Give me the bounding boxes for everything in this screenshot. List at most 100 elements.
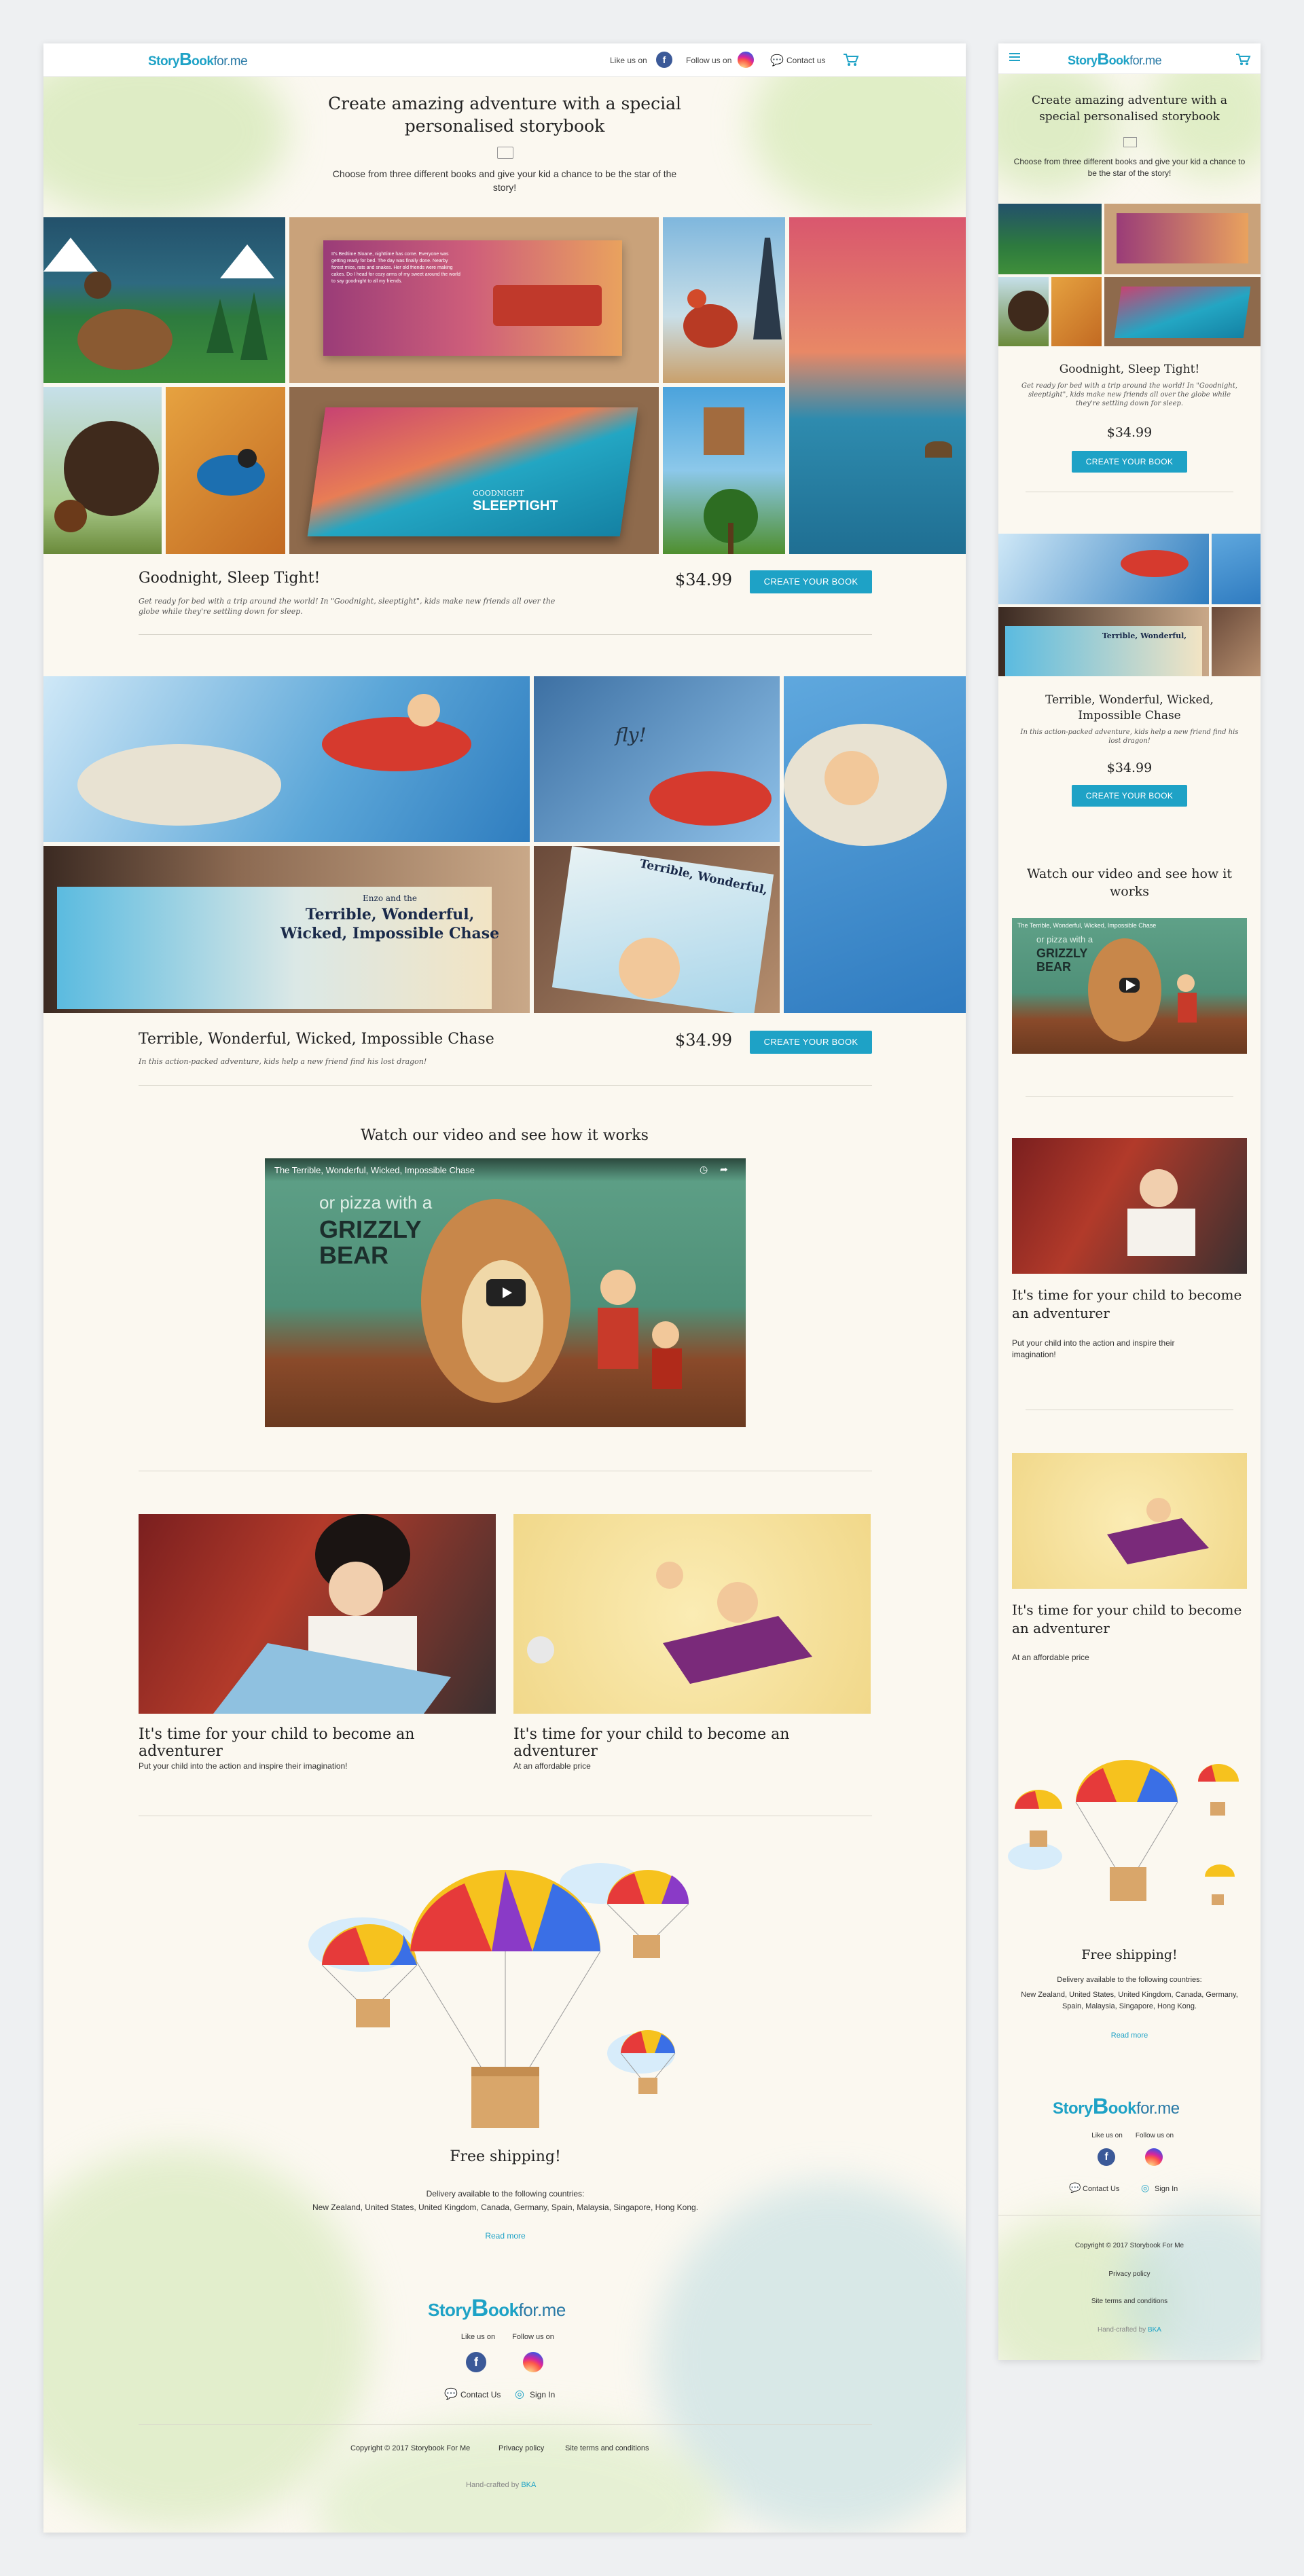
contact-us-link[interactable]: Contact us: [786, 56, 825, 65]
read-more-link[interactable]: Read more: [437, 2231, 573, 2241]
gallery-image-bison: [998, 277, 1049, 346]
gallery-image-bird: [166, 387, 285, 554]
gallery-image-book-closeup: [784, 676, 966, 1013]
play-button[interactable]: [486, 1279, 526, 1306]
book-description: Get ready for bed with a trip around the…: [1021, 382, 1237, 407]
gallery-image-book-in-hands: Terrible, Wonderful,: [534, 846, 780, 1013]
create-book-button[interactable]: CREATE YOUR BOOK: [750, 570, 872, 593]
gallery-image-book-in-hands: [1212, 607, 1261, 676]
shipping-countries: New Zealand, United States, United Kingd…: [1021, 1991, 1238, 2010]
book-cover-line: Terrible, Wonderful,: [305, 906, 475, 923]
instagram-icon[interactable]: [523, 2352, 543, 2372]
book-icon: [1123, 137, 1137, 147]
hamburger-icon[interactable]: [1009, 53, 1020, 54]
play-button[interactable]: [1119, 978, 1140, 993]
book-description: In this action-packed adventure, kids he…: [1020, 729, 1239, 745]
video-player[interactable]: The Terrible, Wonderful, Wicked, Impossi…: [1012, 918, 1247, 1054]
privacy-link[interactable]: Privacy policy: [499, 2444, 544, 2452]
user-icon: ◎: [1141, 2182, 1150, 2193]
create-book-button[interactable]: CREATE YOUR BOOK: [1072, 785, 1187, 807]
cart-icon[interactable]: [1235, 52, 1251, 67]
feature-text: At an affordable price: [513, 1761, 591, 1771]
sign-in-link[interactable]: Sign In: [530, 2390, 555, 2399]
feature-text: Put your child into the action and inspi…: [139, 1761, 348, 1771]
divider: [139, 2424, 872, 2425]
gallery-image-bear-ride: [43, 217, 285, 383]
contact-us-link[interactable]: Contact Us: [1083, 2185, 1119, 2193]
cart-icon[interactable]: [842, 52, 860, 68]
crafted-text: Hand-crafted by BKA: [466, 2481, 537, 2489]
facebook-icon[interactable]: f: [656, 52, 672, 68]
create-book-button[interactable]: CREATE YOUR BOOK: [750, 1031, 872, 1054]
footer-logo[interactable]: StoryBookfor.me: [1053, 2094, 1180, 2119]
gallery-image-book-cover: [1104, 277, 1261, 346]
shipping-title: Free shipping!: [450, 2148, 561, 2165]
gallery-image-flying-hero: [43, 676, 530, 842]
feature-image-girl-reading: [139, 1514, 496, 1714]
feature-title: It's time for your child to become an ad…: [1012, 1602, 1242, 1636]
create-book-button[interactable]: CREATE YOUR BOOK: [1072, 451, 1187, 473]
book-description: Get ready for bed with a trip around the…: [139, 597, 556, 616]
shipping-countries: New Zealand, United States, United Kingd…: [312, 2203, 699, 2212]
shipping-title: Free shipping!: [1081, 1947, 1178, 1962]
chat-icon: 💬: [770, 55, 784, 67]
gallery-image-flying-hero: [998, 534, 1209, 604]
watercolor-wash: [1121, 2203, 1261, 2360]
chat-icon: 💬: [1069, 2182, 1081, 2193]
feature-text: At an affordable price: [1012, 1653, 1089, 1662]
gallery-image-paris-rooster: [663, 217, 785, 383]
feature-title: It's time for your child to become an ad…: [1012, 1287, 1242, 1321]
follow-us-label: Follow us on: [1135, 2132, 1174, 2139]
book-cover-line: Enzo and the: [363, 894, 417, 903]
watercolor-wash: [315, 2420, 723, 2533]
follow-us-label: Follow us on: [686, 56, 732, 65]
terms-link[interactable]: Site terms and conditions: [565, 2444, 649, 2452]
video-heading: Watch our video and see how it works: [1027, 866, 1232, 899]
sign-in-link[interactable]: Sign In: [1155, 2185, 1178, 2193]
book-title: Goodnight, Sleep Tight!: [139, 570, 321, 587]
book-cover-line: Wicked, Impossible Chase: [280, 925, 500, 942]
gallery-image-book-cover: GOODNIGHT SLEEPTIGHT: [289, 387, 659, 554]
feature-text: Put your child into the action and inspi…: [1012, 1338, 1175, 1359]
hero-title: Create amazing adventure with a special …: [328, 94, 681, 136]
user-icon: ◎: [515, 2389, 524, 2400]
copyright-text: Copyright © 2017 Storybook For Me: [1074, 2242, 1184, 2249]
video-player[interactable]: The Terrible, Wonderful, Wicked, Impossi…: [265, 1158, 746, 1427]
privacy-link[interactable]: Privacy policy: [1012, 2270, 1247, 2278]
instagram-icon[interactable]: [1145, 2148, 1163, 2166]
gallery-image-fly-page: fly!: [534, 676, 780, 842]
book-description: In this action-packed adventure, kids he…: [139, 1057, 427, 1066]
contact-us-link[interactable]: Contact Us: [460, 2390, 501, 2399]
read-more-link[interactable]: Read more: [1062, 2031, 1197, 2040]
divider: [139, 1085, 872, 1086]
like-us-label: Like us on: [460, 2333, 496, 2341]
feature-image-magic-carpet: [1012, 1453, 1247, 1589]
book-icon: [497, 147, 513, 159]
follow-us-label: Follow us on: [512, 2333, 554, 2341]
feature-title: It's time for your child to become an ad…: [513, 1726, 790, 1760]
desktop-page: StoryBookfor.me Like us on f Follow us o…: [43, 43, 966, 2533]
gallery-image-child-reading: Enzo and the Terrible, Wonderful, Wicked…: [43, 846, 530, 1013]
footer-logo[interactable]: StoryBookfor.me: [428, 2295, 566, 2322]
brand-logo[interactable]: StoryBookfor.me: [148, 50, 248, 70]
gallery-image-castle: [663, 387, 785, 554]
crafted-link[interactable]: BKA: [1148, 2326, 1161, 2334]
facebook-icon[interactable]: f: [466, 2352, 486, 2372]
gallery-image-child-reading: Terrible, Wonderful,: [998, 607, 1209, 676]
book-cover-small-text: GOODNIGHT: [473, 489, 524, 498]
instagram-icon[interactable]: [738, 52, 754, 68]
book-title: Terrible, Wonderful, Wicked, Impossible …: [1045, 693, 1214, 722]
chat-icon: 💬: [444, 2389, 458, 2400]
divider: [139, 634, 872, 635]
terms-link[interactable]: Site terms and conditions: [1012, 2298, 1247, 2305]
crafted-link[interactable]: BKA: [521, 2481, 536, 2489]
mobile-page: StoryBookfor.me Create amazing adventure…: [998, 43, 1261, 2360]
parachute-illustration: [308, 1863, 689, 2128]
shipping-intro: Delivery available to the following coun…: [426, 2189, 585, 2198]
book-price: $34.99: [1106, 760, 1153, 775]
like-us-label: Like us on: [1091, 2132, 1123, 2139]
facebook-icon[interactable]: f: [1098, 2148, 1115, 2166]
parachute-illustration: [1008, 1760, 1239, 1905]
copyright-text: Copyright © 2017 Storybook For Me: [350, 2444, 471, 2452]
brand-logo[interactable]: StoryBookfor.me: [1068, 50, 1162, 69]
